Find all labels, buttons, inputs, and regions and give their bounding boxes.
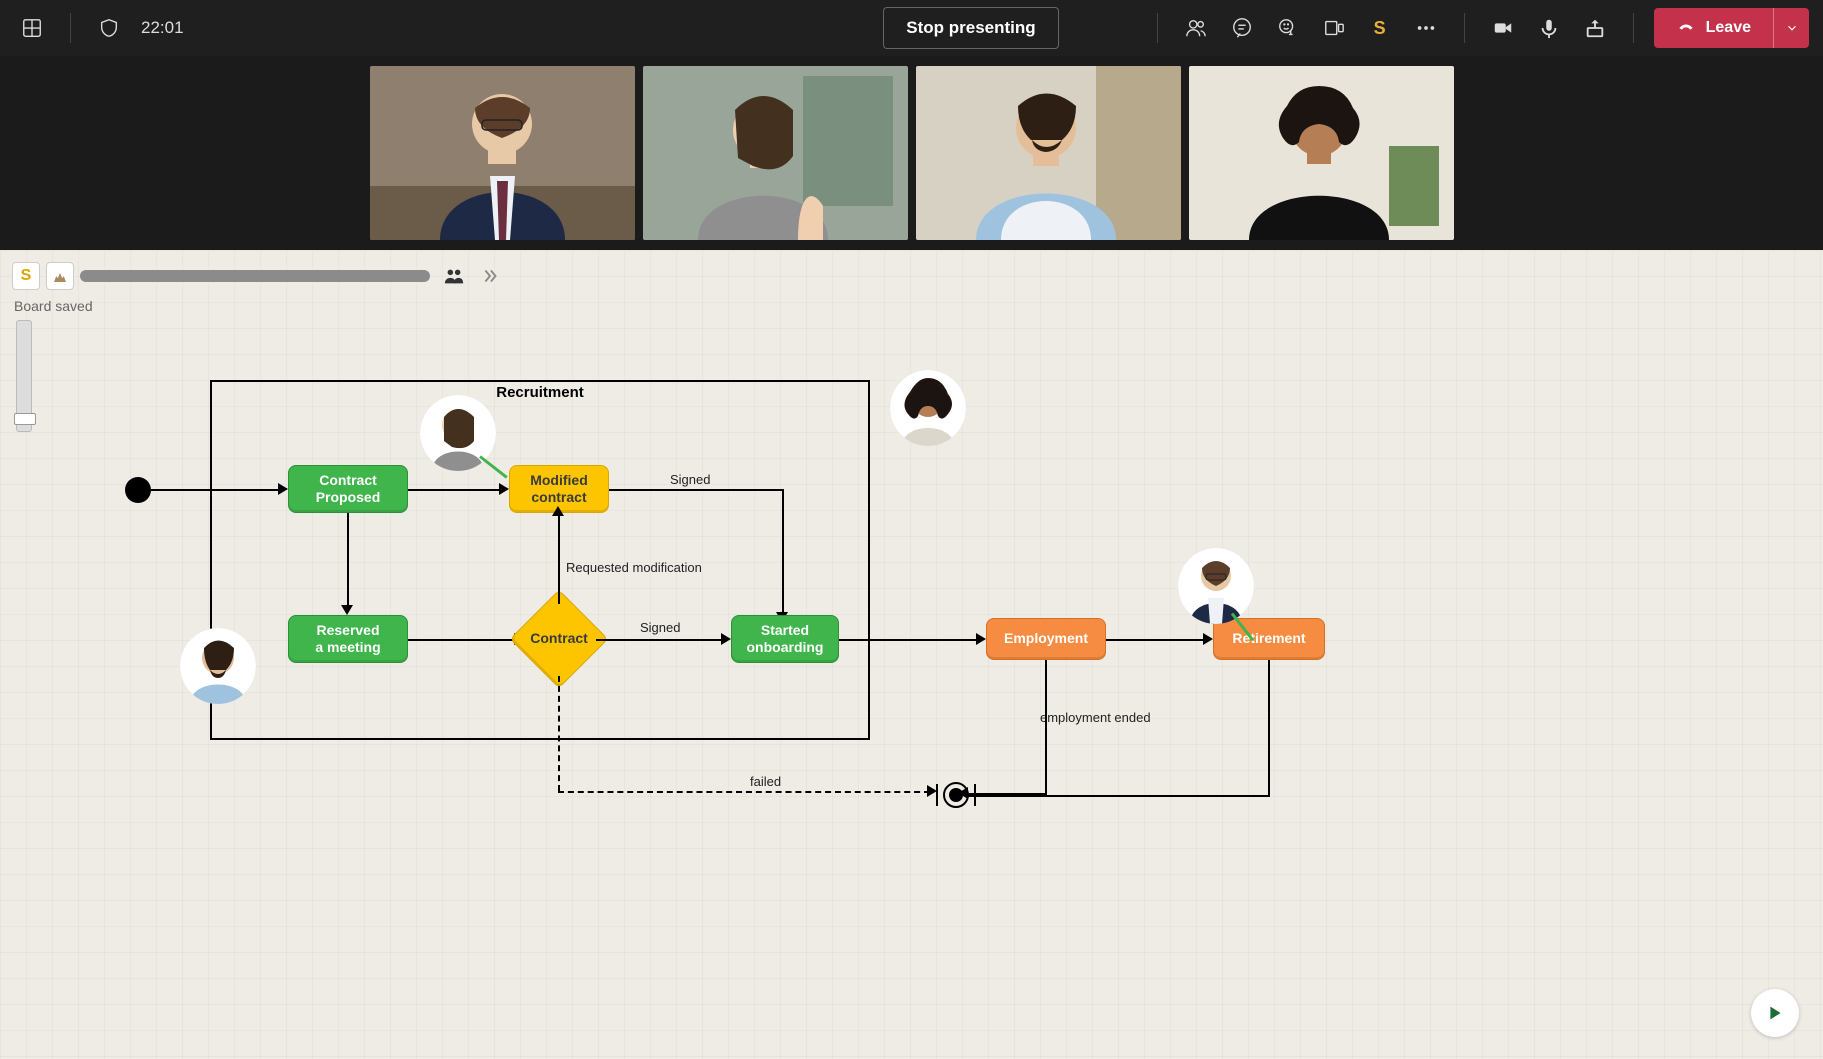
board-sandcastle-icon[interactable] <box>46 262 74 290</box>
end-node[interactable] <box>943 782 969 808</box>
mic-icon[interactable] <box>1531 10 1567 46</box>
edge-dashed <box>558 676 560 791</box>
edge-label: Signed <box>670 472 710 487</box>
edge <box>1268 660 1270 795</box>
meeting-control-bar: 22:01 Stop presenting S Leave <box>0 0 1823 56</box>
participant-tile[interactable] <box>1189 66 1454 240</box>
edge <box>609 489 784 491</box>
chat-icon[interactable] <box>1224 10 1260 46</box>
participant-tile[interactable] <box>916 66 1181 240</box>
node-employment[interactable]: Employment <box>986 618 1106 660</box>
arrow <box>278 483 288 495</box>
arrow <box>927 785 937 797</box>
participant-video-strip <box>0 56 1823 250</box>
arrow <box>1203 633 1213 645</box>
arrow <box>341 605 353 615</box>
board-app-s-icon[interactable]: S <box>12 262 40 290</box>
edge-label: Signed <box>640 620 680 635</box>
play-button[interactable] <box>1751 989 1799 1037</box>
edge <box>782 489 784 615</box>
gallery-layout-icon[interactable] <box>14 10 50 46</box>
node-retirement[interactable]: Retirement <box>1213 618 1325 660</box>
edge-label: failed <box>750 774 781 789</box>
edge <box>596 639 724 641</box>
flowchart: Recruitment Contract Proposed Modified c… <box>110 380 1370 860</box>
edge <box>1106 639 1206 641</box>
app-s-icon[interactable]: S <box>1362 10 1398 46</box>
edge-dashed <box>558 791 930 793</box>
camera-icon[interactable] <box>1485 10 1521 46</box>
participant-tile[interactable] <box>643 66 908 240</box>
edge <box>968 795 1270 797</box>
edge-label: employment ended <box>1040 710 1151 725</box>
edge-label: Requested modification <box>566 560 702 575</box>
more-icon[interactable] <box>1408 10 1444 46</box>
arrow <box>721 633 731 645</box>
arrow <box>499 483 509 495</box>
board-toolbar: S <box>12 258 502 294</box>
flowchart-section-box: Recruitment <box>210 380 870 740</box>
node-reserved-meeting[interactable]: Reserved a meeting <box>288 615 408 663</box>
node-contract-label: Contract <box>530 630 588 648</box>
leave-options-button[interactable] <box>1773 8 1809 48</box>
arrow <box>552 506 564 516</box>
edge <box>408 639 517 641</box>
board-progress-bar[interactable] <box>80 270 430 282</box>
share-icon[interactable] <box>1577 10 1613 46</box>
node-contract-proposed[interactable]: Contract Proposed <box>288 465 408 513</box>
section-label: Recruitment <box>212 380 868 405</box>
edge <box>347 513 349 608</box>
collaborator-cursor <box>180 628 256 704</box>
people-icon[interactable] <box>1178 10 1214 46</box>
whiteboard-canvas[interactable]: S Board saved Recruitment Contract Propo… <box>0 250 1823 1059</box>
shield-icon[interactable] <box>91 10 127 46</box>
collaborator-cursor <box>1178 548 1254 624</box>
collaborators-icon[interactable] <box>436 258 472 294</box>
edge <box>1045 660 1047 795</box>
edge <box>558 513 560 604</box>
reactions-icon[interactable] <box>1270 10 1306 46</box>
start-node[interactable] <box>125 477 151 503</box>
zoom-handle[interactable] <box>14 413 36 425</box>
collaborator-cursor <box>890 370 966 446</box>
node-started-onboarding[interactable]: Started onboarding <box>731 615 839 663</box>
edge <box>974 784 976 806</box>
participant-tile[interactable] <box>370 66 635 240</box>
expand-icon[interactable] <box>478 258 502 294</box>
zoom-slider[interactable] <box>16 320 32 432</box>
edge <box>839 639 979 641</box>
arrow <box>976 633 986 645</box>
board-status-label: Board saved <box>14 298 93 314</box>
stop-presenting-button[interactable]: Stop presenting <box>883 7 1058 49</box>
leave-label: Leave <box>1706 19 1751 37</box>
rooms-icon[interactable] <box>1316 10 1352 46</box>
edge <box>151 489 281 491</box>
edge <box>408 489 502 491</box>
meeting-timer: 22:01 <box>141 18 184 38</box>
leave-button[interactable]: Leave <box>1654 8 1773 48</box>
